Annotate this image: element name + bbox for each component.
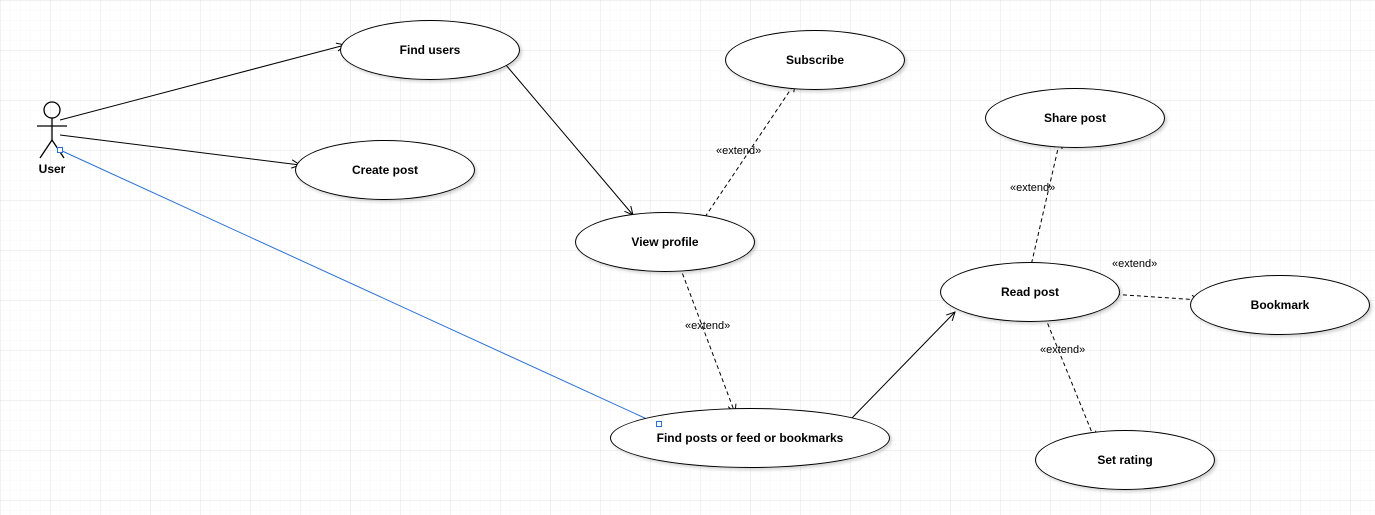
usecase-share-post[interactable]: Share post	[985, 88, 1165, 148]
edge-viewprofile-findposts[interactable]	[680, 267, 735, 413]
edge-findusers-viewprofile[interactable]	[500, 58, 633, 215]
selection-handle[interactable]	[57, 147, 63, 153]
usecase-find-posts[interactable]: Find posts or feed or bookmarks	[610, 408, 890, 468]
usecase-label: View profile	[631, 235, 698, 249]
usecase-label: Share post	[1044, 111, 1106, 125]
extend-label: «extend»	[685, 320, 730, 332]
edge-findposts-readpost[interactable]	[850, 312, 955, 420]
usecase-subscribe[interactable]: Subscribe	[725, 30, 905, 90]
usecase-find-users[interactable]: Find users	[340, 20, 520, 80]
usecase-create-post[interactable]: Create post	[295, 140, 475, 200]
edge-readpost-setrating[interactable]	[1045, 317, 1095, 440]
usecase-label: Create post	[352, 163, 418, 177]
usecase-label: Find users	[400, 43, 461, 57]
extend-label: «extend»	[1112, 258, 1157, 270]
user-icon	[32, 100, 72, 160]
extend-label: «extend»	[716, 145, 761, 157]
usecase-read-post[interactable]: Read post	[940, 262, 1120, 322]
usecase-label: Set rating	[1097, 453, 1152, 467]
diagram-canvas[interactable]: User Find users Create post View profile…	[0, 0, 1375, 515]
usecase-label: Subscribe	[786, 53, 844, 67]
usecase-set-rating[interactable]: Set rating	[1035, 430, 1215, 490]
edge-readpost-sharepost[interactable]	[1030, 140, 1060, 270]
edge-user-findusers[interactable]	[60, 45, 345, 120]
edge-user-createpost[interactable]	[60, 135, 300, 165]
extend-label: «extend»	[1010, 182, 1055, 194]
usecase-view-profile[interactable]: View profile	[575, 212, 755, 272]
actor-label: User	[28, 162, 76, 176]
actor-user[interactable]: User	[28, 100, 76, 176]
usecase-label: Bookmark	[1251, 298, 1310, 312]
extend-label: «extend»	[1040, 344, 1085, 356]
usecase-bookmark[interactable]: Bookmark	[1190, 275, 1370, 335]
usecase-label: Read post	[1001, 285, 1059, 299]
usecase-label: Find posts or feed or bookmarks	[657, 431, 844, 445]
selection-handle[interactable]	[656, 421, 662, 427]
